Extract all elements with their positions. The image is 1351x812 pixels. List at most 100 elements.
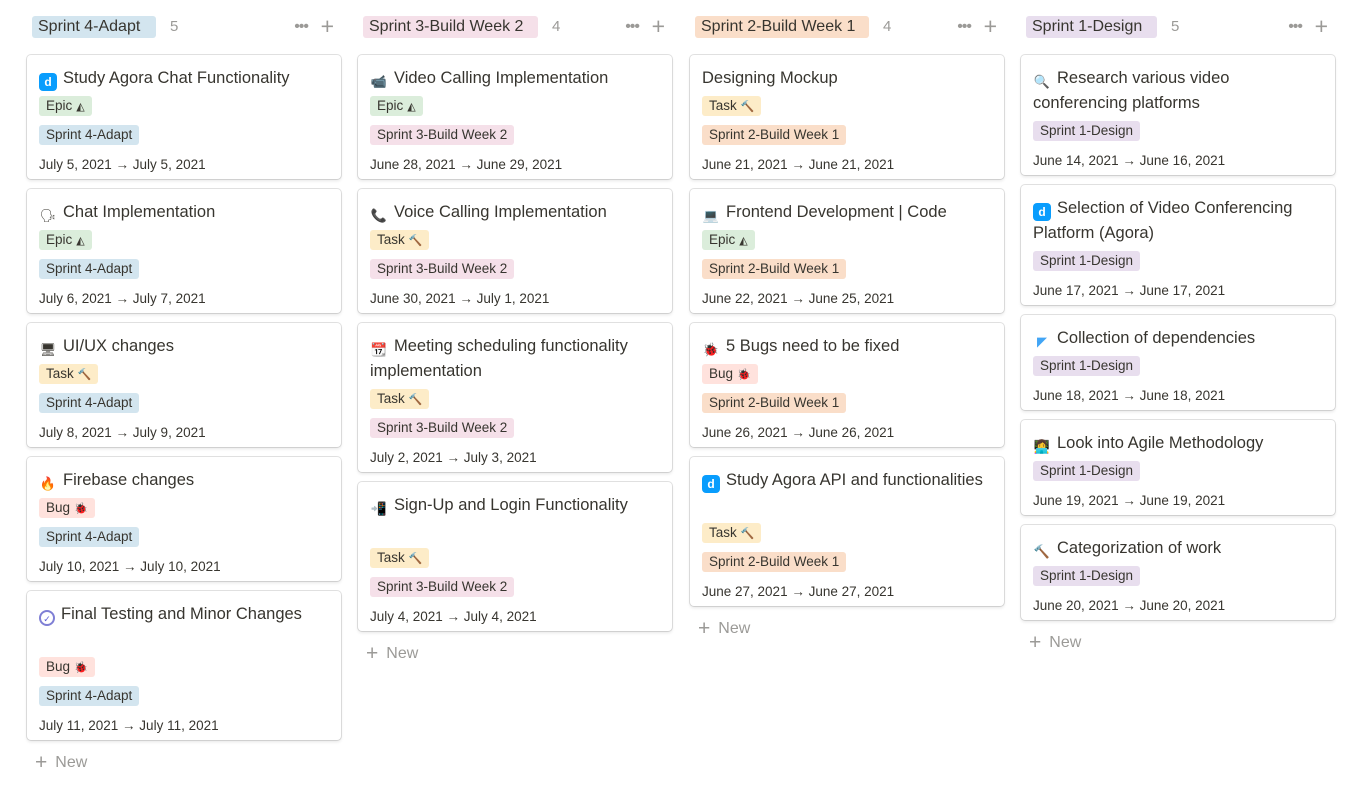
- column-header: Sprint 2-Build Week 1 4 ••• +: [695, 14, 1004, 40]
- column-title[interactable]: Sprint 1-Design: [1026, 16, 1157, 38]
- hammer-icon: 🔨: [740, 528, 755, 540]
- card-date-range: June 30, 2021 → July 1, 2021: [370, 291, 550, 306]
- board-card[interactable]: Study Agora API and functionalities Task🔨…: [690, 457, 1004, 606]
- tag-sprint4: Sprint 4-Adapt: [39, 125, 140, 145]
- card-title: Selection of Video Conferencing Platform…: [1033, 196, 1325, 246]
- plus-icon: +: [1029, 631, 1042, 654]
- column-count: 4: [552, 18, 561, 35]
- mobile-arrow-icon: 📲: [370, 501, 388, 516]
- tag-sprint3: Sprint 3-Build Week 2: [370, 577, 515, 597]
- board-card[interactable]: 💻 Frontend Development | Code Epic ◭ Sprint …: [690, 189, 1004, 313]
- mountain-icon: ◭: [76, 235, 85, 247]
- column-count: 5: [170, 18, 179, 35]
- tag-sprint3: Sprint 3-Build Week 2: [370, 125, 515, 145]
- column-title[interactable]: Sprint 4-Adapt: [32, 16, 156, 38]
- column-title[interactable]: Sprint 2-Build Week 1: [695, 16, 869, 38]
- column-count: 4: [883, 18, 892, 35]
- technologist-icon: 👩‍💻: [1033, 439, 1051, 454]
- board-card[interactable]: 🗣 Chat Implementation Epic ◭ Sprint 4-Adapt J…: [27, 189, 341, 313]
- tag-label: Sprint 4-Adapt: [46, 395, 133, 410]
- more-options-icon[interactable]: •••: [294, 16, 309, 38]
- tag-label: Sprint 3-Build Week 2: [377, 261, 508, 276]
- tag-task: Task 🔨: [370, 230, 430, 250]
- card-date-range: June 20, 2021 → June 20, 2021: [1033, 598, 1226, 613]
- new-card-button[interactable]: + New: [35, 751, 87, 775]
- new-card-button[interactable]: + New: [698, 617, 750, 641]
- ladybug-icon: 🐞: [702, 342, 720, 357]
- add-card-icon[interactable]: +: [652, 14, 665, 38]
- card-title-text: 5 Bugs need to be fixed: [726, 337, 900, 355]
- board-card[interactable]: ✓ Final Testing and Minor Changes Bug 🐞 Spri…: [27, 591, 341, 740]
- speaking-head-icon: 🗣: [39, 208, 57, 223]
- board-card[interactable]: 🔥 Firebase changes Bug 🐞 Sprint 4-Adapt July …: [27, 457, 341, 581]
- add-card-icon[interactable]: +: [984, 14, 997, 38]
- tag-label: Sprint 1-Design: [1040, 568, 1134, 583]
- add-card-icon[interactable]: +: [321, 14, 334, 38]
- board-card[interactable]: 📆 Meeting scheduling functionality implem…: [358, 323, 672, 472]
- card-date-range: July 6, 2021 → July 7, 2021: [39, 291, 206, 306]
- tag-epic: Epic ◭: [702, 230, 755, 250]
- tag-sprint1: Sprint 1-Design: [1033, 251, 1141, 271]
- kanban-board: Sprint 4-Adapt 5 ••• + Study Agora Chat Func…: [0, 0, 1351, 812]
- agora-logo-icon: [702, 475, 720, 493]
- new-card-button[interactable]: + New: [366, 642, 418, 666]
- mountain-icon: ◭: [76, 101, 85, 113]
- card-date-range: July 11, 2021 → July 11, 2021: [39, 718, 219, 733]
- tag-sprint4: Sprint 4-Adapt: [39, 527, 140, 547]
- tag-label: Task: [709, 98, 737, 113]
- tag-bug: Bug 🐞: [702, 364, 758, 384]
- card-date-range: July 10, 2021 → July 10, 2021: [39, 559, 221, 574]
- board-card[interactable]: ◤ Collection of dependencies Sprint 1-Desi…: [1021, 315, 1335, 410]
- column-title[interactable]: Sprint 3-Build Week 2: [363, 16, 538, 38]
- bug-icon: 🐞: [74, 662, 88, 674]
- card-title: 🔨 Categorization of work: [1033, 536, 1325, 561]
- card-title-text: Study Agora API and functionalities: [726, 471, 983, 489]
- tag-label: Sprint 4-Adapt: [46, 127, 133, 142]
- card-title: ◤ Collection of dependencies: [1033, 326, 1325, 351]
- tag-label: Bug: [46, 500, 71, 515]
- board-card[interactable]: Study Agora Chat Functionality Epic◭ Sprin…: [27, 55, 341, 179]
- card-title-text: Look into Agile Methodology: [1057, 434, 1264, 452]
- tag-sprint1: Sprint 1-Design: [1033, 121, 1141, 141]
- tag-task: Task 🔨: [370, 548, 430, 568]
- column-count: 5: [1171, 18, 1180, 35]
- more-options-icon[interactable]: •••: [1288, 16, 1303, 38]
- tag-label: Sprint 2-Build Week 1: [709, 127, 840, 142]
- board-card[interactable]: Selection of Video Conferencing Platform…: [1021, 185, 1335, 305]
- board-card[interactable]: 📹 Video Calling Implementation Epic ◭ Sprint…: [358, 55, 672, 179]
- tag-label: Epic: [377, 98, 404, 113]
- tag-sprint4: Sprint 4-Adapt: [39, 259, 140, 279]
- tag-label: Sprint 1-Design: [1040, 358, 1134, 373]
- tag-label: Sprint 2-Build Week 1: [709, 395, 840, 410]
- tag-task: Task 🔨: [39, 364, 99, 384]
- board-card[interactable]: 👩‍💻 Look into Agile Methodology Sprint 1-D…: [1021, 420, 1335, 515]
- add-card-icon[interactable]: +: [1315, 14, 1328, 38]
- calendar-icon: 📆: [370, 342, 388, 357]
- more-options-icon[interactable]: •••: [957, 16, 972, 38]
- card-title-text: Collection of dependencies: [1057, 329, 1256, 347]
- board-card[interactable]: 🐞 5 Bugs need to be fixed Bug 🐞 Sprint 2-Bui…: [690, 323, 1004, 447]
- tag-sprint3: Sprint 3-Build Week 2: [370, 418, 515, 438]
- board-card[interactable]: 🔍 Research various video conferencing pla…: [1021, 55, 1335, 175]
- check-circle-icon: ✓: [39, 610, 55, 626]
- plus-icon: +: [35, 751, 48, 774]
- agora-logo-icon: [39, 73, 57, 91]
- card-title: 🐞 5 Bugs need to be fixed: [702, 334, 994, 359]
- board-card[interactable]: 📞 Voice Calling Implementation Task 🔨 Sprint…: [358, 189, 672, 313]
- new-card-button[interactable]: + New: [1029, 631, 1081, 655]
- tag-label: Sprint 2-Build Week 1: [709, 261, 840, 276]
- tag-sprint4: Sprint 4-Adapt: [39, 393, 140, 413]
- tag-sprint1: Sprint 1-Design: [1033, 566, 1141, 586]
- hammer-icon: 🔨: [1033, 544, 1051, 559]
- board-card[interactable]: 🖥 UI/UX changes Task 🔨 Sprint 4-Adapt July 8,…: [27, 323, 341, 447]
- card-date-range: June 14, 2021 → June 16, 2021: [1033, 153, 1226, 168]
- board-card[interactable]: Designing Mockup Task 🔨 Sprint 2-Build Week…: [690, 55, 1004, 179]
- card-date-range: June 19, 2021 → June 19, 2021: [1033, 493, 1226, 508]
- board-card[interactable]: 📲 Sign-Up and Login Functionality Task 🔨 Spr…: [358, 482, 672, 631]
- tag-sprint2: Sprint 2-Build Week 1: [702, 393, 847, 413]
- firebase-flame-icon: 🔥: [39, 476, 57, 491]
- tag-label: Epic: [46, 98, 73, 113]
- board-card[interactable]: 🔨 Categorization of work Sprint 1-Design Ju…: [1021, 525, 1335, 620]
- more-options-icon[interactable]: •••: [625, 16, 640, 38]
- tag-epic: Epic ◭: [39, 230, 92, 250]
